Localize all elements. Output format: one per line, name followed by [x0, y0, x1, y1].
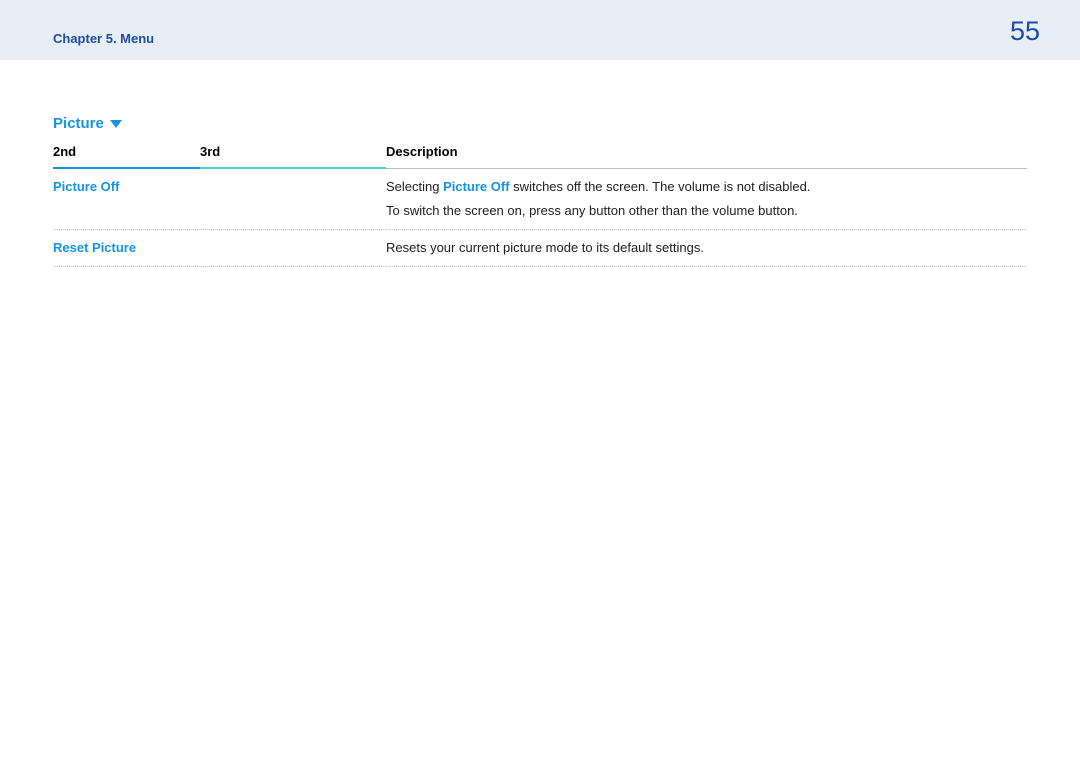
desc-text-pre: Selecting: [386, 179, 443, 194]
section-title: Picture: [53, 115, 1027, 132]
table-cell-description: Selecting Picture Off switches off the s…: [386, 168, 1027, 229]
desc-line2: To switch the screen on, press any butto…: [386, 201, 1023, 221]
page-header: Chapter 5. Menu 55: [0, 0, 1080, 60]
table-cell-description: Resets your current picture mode to its …: [386, 229, 1027, 266]
table-row: Picture Off Selecting Picture Off switch…: [53, 168, 1027, 229]
table-cell-3rd: [200, 229, 386, 266]
table-header-row: 2nd 3rd Description: [53, 144, 1027, 168]
page-content: Picture 2nd 3rd Description Picture Off …: [0, 60, 1080, 267]
table-row: Reset Picture Resets your current pictur…: [53, 229, 1027, 266]
table-header-2nd: 2nd: [53, 144, 200, 168]
desc-highlight: Picture Off: [443, 179, 509, 194]
table-header-3rd: 3rd: [200, 144, 386, 168]
table-cell-2nd: Reset Picture: [53, 229, 200, 266]
table-header-description: Description: [386, 144, 1027, 168]
chapter-label: Chapter 5. Menu: [53, 31, 154, 46]
page-number: 55: [1010, 16, 1040, 47]
table-cell-2nd: Picture Off: [53, 168, 200, 229]
desc-text-post: switches off the screen. The volume is n…: [510, 179, 811, 194]
table-cell-3rd: [200, 168, 386, 229]
menu-table: 2nd 3rd Description Picture Off Selectin…: [53, 144, 1027, 267]
triangle-down-icon: [110, 120, 122, 128]
desc-text-post: Resets your current picture mode to its …: [386, 240, 704, 255]
section-title-text: Picture: [53, 115, 104, 132]
